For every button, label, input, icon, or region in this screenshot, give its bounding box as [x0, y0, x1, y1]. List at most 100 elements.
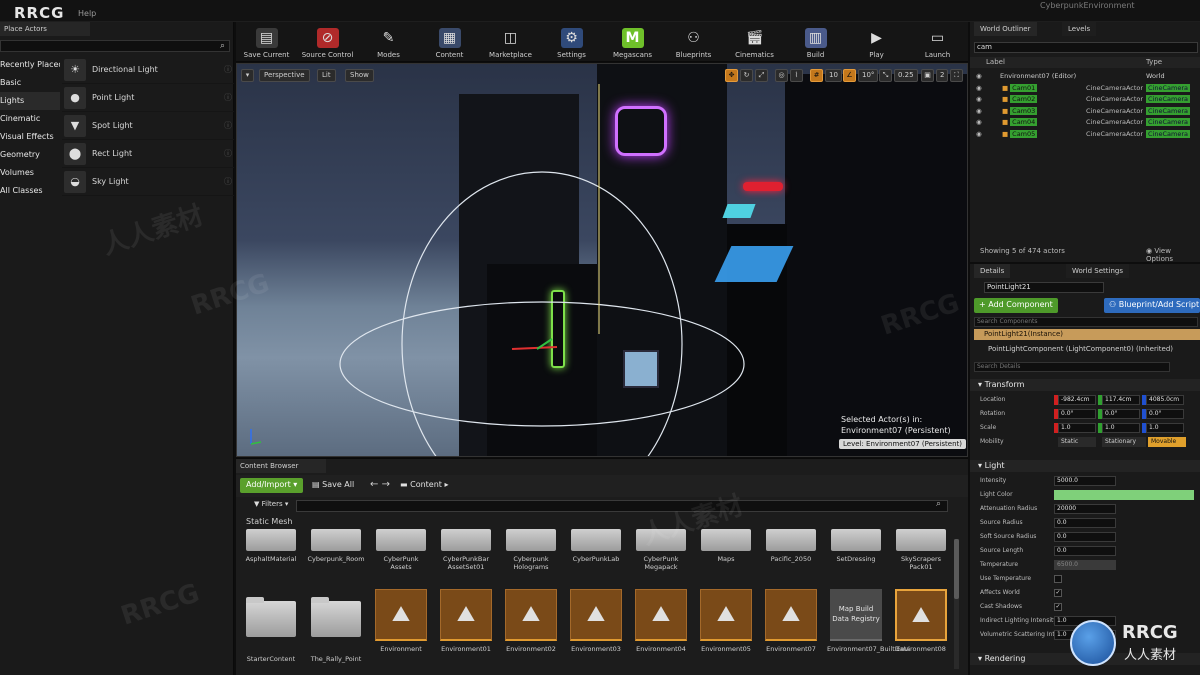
instance-row[interactable]: PointLight21(Instance) — [974, 329, 1200, 340]
play-button[interactable]: ▶ Play — [846, 22, 907, 62]
section-light[interactable]: ▾ Light — [970, 460, 1200, 472]
actor-item-directional-light[interactable]: ☀ Directional Light ⓘ — [62, 56, 234, 84]
cinematics-button[interactable]: 🎬︎ Cinematics — [724, 22, 785, 62]
location-x[interactable]: -982.4cm — [1058, 395, 1096, 405]
use-temperature-checkbox[interactable] — [1054, 575, 1062, 583]
rotation-x[interactable]: 0.0° — [1058, 409, 1096, 419]
asset-item[interactable]: ⛰ Environment07 — [762, 589, 820, 653]
light-color-swatch[interactable] — [1054, 490, 1194, 500]
tab-world-outliner[interactable]: World Outliner — [974, 22, 1037, 36]
tab-world-settings[interactable]: World Settings — [1066, 264, 1129, 278]
cast-shadows-checkbox[interactable]: ✓ — [1054, 603, 1062, 611]
eye-icon[interactable]: ◉ — [976, 95, 986, 103]
actor-name-field[interactable]: PointLight21 — [984, 282, 1104, 293]
back-arrow-icon[interactable]: ← — [370, 479, 378, 490]
component-row[interactable]: PointLightComponent (LightComponent0) (I… — [974, 344, 1200, 355]
actor-item-point-light[interactable]: ● Point Light ⓘ — [62, 84, 234, 112]
rotation-y[interactable]: 0.0° — [1102, 409, 1140, 419]
scale-x[interactable]: 1.0 — [1058, 423, 1096, 433]
category-basic[interactable]: Basic — [0, 74, 60, 92]
breadcrumb[interactable]: ▬ Content ▸ — [400, 480, 449, 489]
save-all-button[interactable]: ▤ Save All — [312, 480, 354, 489]
category-volumes[interactable]: Volumes — [0, 164, 60, 182]
surface-snap-icon[interactable]: ⌇ — [790, 69, 803, 82]
maximize-icon[interactable]: ⛶ — [950, 69, 963, 82]
add-component-button[interactable]: + Add Component — [974, 298, 1058, 313]
scrollbar-thumb[interactable] — [954, 539, 959, 599]
attenuation-field[interactable]: 20000 — [1054, 504, 1116, 514]
asset-item[interactable]: ⛰ Environment01 — [437, 589, 495, 653]
filters-button[interactable]: ▼ Filters ▾ — [254, 500, 288, 508]
translate-icon[interactable]: ✥ — [725, 69, 738, 82]
asset-item[interactable]: ⛰ Environment08 — [892, 589, 950, 653]
level-viewport[interactable]: ▾ Perspective Lit Show ✥ ↻ ⤢ ◎ ⌇ # 10 ∠ … — [236, 63, 968, 457]
folder-item[interactable]: AsphaltMaterial — [242, 529, 300, 563]
search-components-input[interactable]: Search Components — [974, 317, 1198, 327]
scale-icon[interactable]: ⤢ — [755, 69, 768, 82]
world-icon[interactable]: ◎ — [775, 69, 788, 82]
scale-z[interactable]: 1.0 — [1146, 423, 1184, 433]
folder-item[interactable]: Cyberpunk Holograms — [502, 529, 560, 571]
asset-item[interactable]: ⛰ Environment — [372, 589, 430, 653]
tab-place-actors[interactable]: Place Actors — [0, 22, 90, 36]
eye-icon[interactable]: ◉ — [976, 118, 986, 126]
megascans-button[interactable]: M Megascans — [602, 22, 663, 62]
tab-levels[interactable]: Levels — [1062, 22, 1097, 36]
rotation-snap-icon[interactable]: ∠ — [843, 69, 856, 82]
perspective-button[interactable]: Perspective — [259, 69, 310, 82]
folder-item[interactable]: Maps — [697, 529, 755, 563]
show-button[interactable]: Show — [345, 69, 374, 82]
folder-item[interactable]: SetDressing — [827, 529, 885, 563]
intensity-field[interactable]: 5000.0 — [1054, 476, 1116, 486]
location-label[interactable]: Location — [980, 396, 1005, 403]
blueprints-button[interactable]: ⚇ Blueprints — [663, 22, 724, 62]
asset-item[interactable]: ⛰ Environment05 — [697, 589, 755, 653]
camera-speed-icon[interactable]: ▣ — [921, 69, 934, 82]
eye-icon[interactable]: ◉ — [976, 84, 986, 92]
folder-item[interactable]: Pacific_2050 — [762, 529, 820, 563]
eye-icon[interactable]: ◉ — [976, 72, 986, 80]
modes-button[interactable]: ✎ Modes — [358, 22, 419, 62]
source-radius-field[interactable]: 0.0 — [1054, 518, 1116, 528]
rotation-snap-value[interactable]: 10° — [858, 69, 879, 82]
grid-snap-icon[interactable]: # — [810, 69, 823, 82]
outliner-row[interactable]: ◉ ■ Cam02 CineCameraActor CineCamera — [970, 94, 1200, 105]
location-z[interactable]: 4085.0cm — [1146, 395, 1184, 405]
eye-icon[interactable]: ◉ — [976, 107, 986, 115]
category-all-classes[interactable]: All Classes — [0, 182, 60, 200]
blueprint-add-script-button[interactable]: ⚇ Blueprint/Add Script — [1104, 298, 1200, 313]
folder-item[interactable]: CyberPunk Megapack — [632, 529, 690, 571]
category-cinematic[interactable]: Cinematic — [0, 110, 60, 128]
outliner-root-row[interactable]: ◉ Environment07 (Editor) World — [970, 70, 1200, 81]
camera-speed-value[interactable]: 2 — [936, 69, 949, 82]
folder-item[interactable]: Cyberpunk_Room — [307, 529, 365, 563]
source-length-field[interactable]: 0.0 — [1054, 546, 1116, 556]
asset-item[interactable]: Map Build Data Registry Environment07_Bui… — [827, 589, 910, 653]
asset-item[interactable]: ⛰ Environment02 — [502, 589, 560, 653]
outliner-search-input[interactable]: cam — [974, 42, 1198, 53]
build-button[interactable]: ▥ Build — [785, 22, 846, 62]
settings-button[interactable]: ⚙ Settings — [541, 22, 602, 62]
folder-item[interactable]: CyberPunkBar AssetSet01 — [437, 529, 495, 571]
add-import-button[interactable]: Add/Import ▾ — [240, 478, 304, 493]
tab-content-browser[interactable]: Content Browser — [236, 459, 326, 473]
search-classes-input[interactable]: ⌕ — [0, 40, 230, 52]
content-search-input[interactable] — [296, 500, 948, 512]
search-details-input[interactable]: Search Details — [974, 362, 1170, 372]
folder-item[interactable]: CyberPunk Assets — [372, 529, 430, 571]
rotation-z[interactable]: 0.0° — [1146, 409, 1184, 419]
launch-button[interactable]: ▭ Launch — [907, 22, 968, 62]
scale-y[interactable]: 1.0 — [1102, 423, 1140, 433]
source-control-button[interactable]: ⊘ Source Control — [297, 22, 358, 62]
eye-icon[interactable]: ◉ — [976, 130, 986, 138]
marketplace-button[interactable]: ◫ Marketplace — [480, 22, 541, 62]
mobility-stationary[interactable]: Stationary — [1102, 437, 1146, 447]
mobility-static[interactable]: Static — [1058, 437, 1096, 447]
tab-details[interactable]: Details — [974, 264, 1011, 278]
folder-item[interactable]: StarterContent — [242, 597, 300, 663]
forward-arrow-icon[interactable]: → — [382, 479, 390, 490]
save-current-button[interactable]: ▤ Save Current — [236, 22, 297, 62]
section-transform[interactable]: ▾ Transform — [970, 379, 1200, 391]
column-label[interactable]: Label — [986, 58, 1005, 66]
history-nav[interactable]: ← → — [370, 479, 390, 490]
